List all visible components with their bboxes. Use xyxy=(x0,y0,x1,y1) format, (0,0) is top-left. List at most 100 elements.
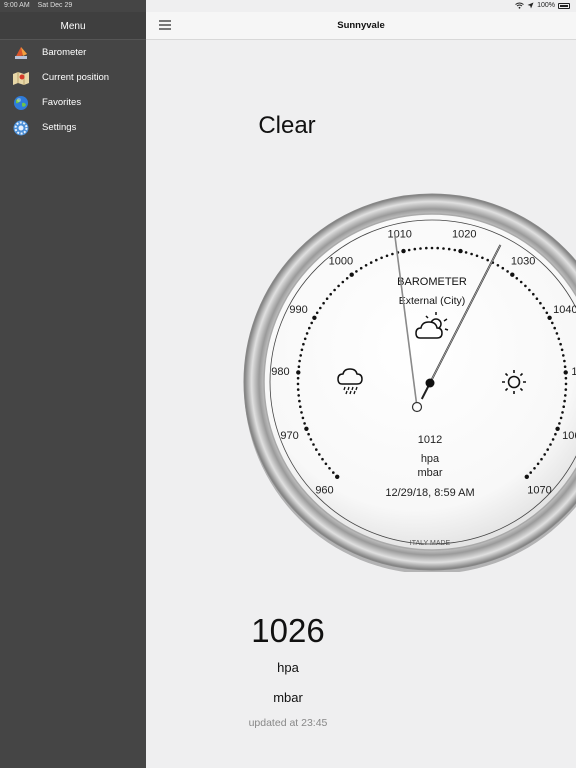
gauge-tick xyxy=(299,354,302,357)
gauge-tick xyxy=(543,453,546,456)
gauge-tick xyxy=(519,280,523,284)
gauge-tick xyxy=(510,272,515,277)
gauge-tick xyxy=(298,399,301,403)
gauge-tick xyxy=(458,248,463,254)
menu-list: Barometer Current position Favorites Set… xyxy=(0,40,146,140)
gauge-unit-primary: hpa xyxy=(421,453,440,465)
gauge-tick xyxy=(536,462,540,466)
status-right: 100% xyxy=(515,2,570,9)
gauge-tick xyxy=(558,422,561,425)
gauge-tick xyxy=(312,315,317,320)
gauge-tick xyxy=(559,342,562,346)
gauge-tick xyxy=(296,376,300,380)
gauge-tick xyxy=(315,311,319,315)
pressure-unit-secondary: mbar xyxy=(273,690,303,705)
reference-pointer-hub xyxy=(411,401,423,413)
gauge-tick xyxy=(301,416,305,420)
gauge-tick xyxy=(359,266,363,270)
gauge-tick xyxy=(345,277,349,280)
sidebar-item-label: Barometer xyxy=(42,47,87,58)
gauge-tick xyxy=(533,467,536,470)
sidebar-item-settings[interactable]: Settings xyxy=(0,115,146,140)
gauge-scale-label: 980 xyxy=(271,366,289,378)
weather-condition: Clear xyxy=(258,112,316,139)
gauge-tick xyxy=(547,315,552,320)
gauge-tick xyxy=(532,292,535,296)
gauge-scale-label: 1030 xyxy=(511,255,535,267)
gauge-tick xyxy=(564,394,567,397)
gauge-tick xyxy=(332,471,335,474)
gauge-tick xyxy=(563,399,566,403)
gauge-tick xyxy=(563,370,568,375)
gauge-tick xyxy=(425,246,428,250)
gauge-tick xyxy=(540,457,543,461)
gauge-tick xyxy=(349,272,354,277)
gauge-tick xyxy=(310,321,313,325)
gauge-tick xyxy=(355,270,358,273)
main-content: Clear 960 970 980 990 1000 1010 1020 1030 1040 10… xyxy=(146,40,576,768)
gauge-tick xyxy=(555,426,560,431)
gauge-tick xyxy=(559,416,563,420)
gauge-tick xyxy=(529,471,532,474)
sidebar-item-barometer[interactable]: Barometer xyxy=(0,40,146,65)
gauge-tick xyxy=(296,370,301,375)
gauge-tick xyxy=(305,332,309,335)
pressure-unit-primary: hpa xyxy=(277,660,299,675)
gauge-tick xyxy=(453,248,457,252)
gauge-tick xyxy=(562,405,565,408)
gauge-tick xyxy=(486,258,489,262)
gauge-scale-label: 1050 xyxy=(571,366,576,378)
sidebar-item-current-position[interactable]: Current position xyxy=(0,65,146,90)
gauge-scale-label: 970 xyxy=(280,430,298,442)
nav-title: Sunnyvale xyxy=(337,20,385,31)
gauge-tick xyxy=(369,261,373,264)
sidebar-title: Menu xyxy=(60,21,86,32)
gauge-scale-label: 1010 xyxy=(387,229,411,241)
gauge-tick xyxy=(300,348,304,352)
gauge-tick xyxy=(470,252,473,256)
gauge-tick xyxy=(564,388,568,391)
gauge-tick xyxy=(551,321,554,325)
gauge-tick xyxy=(329,292,332,296)
gauge-tick xyxy=(551,438,555,441)
gauge-tick xyxy=(564,376,568,380)
gauge-tick xyxy=(563,365,567,368)
map-icon xyxy=(12,69,30,87)
gauge-tick xyxy=(401,248,406,254)
sidebar-item-label: Favorites xyxy=(42,97,82,108)
gauge-scale-label: 990 xyxy=(289,304,307,316)
location-arrow-icon xyxy=(527,2,534,9)
gauge-tick xyxy=(436,246,439,250)
gauge-tick xyxy=(296,382,300,386)
gauge-tick xyxy=(308,326,311,330)
gauge-tick xyxy=(391,252,394,256)
sidebar-item-label: Settings xyxy=(42,122,77,133)
battery-icon xyxy=(558,2,570,9)
globe-icon xyxy=(12,94,30,112)
gauge-tick xyxy=(337,284,340,288)
sidebar: Menu Barometer Current position Favorite… xyxy=(0,0,146,768)
gauge-tick xyxy=(341,280,345,284)
gauge-tick xyxy=(557,337,561,341)
gauge-tick xyxy=(321,457,324,461)
battery-percent: 100% xyxy=(537,2,555,9)
sidebar-item-favorites[interactable]: Favorites xyxy=(0,90,146,115)
status-time: 9:00 AM xyxy=(4,2,30,9)
barometer-gauge: 960 970 980 990 1000 1010 1020 1030 1040 1050 1060… xyxy=(243,193,576,572)
gauge-tick xyxy=(442,247,445,250)
gauge-tick xyxy=(335,474,340,479)
gauge-tick xyxy=(447,247,451,251)
gauge-tick xyxy=(303,337,307,341)
gauge-tick xyxy=(304,426,309,431)
gauge-tick xyxy=(546,448,549,451)
status-date: Sat Dec 29 xyxy=(37,2,73,9)
gauge-tick xyxy=(309,438,313,441)
gauge-tick xyxy=(419,247,422,250)
status-left: 9:00 AM Sat Dec 29 xyxy=(4,2,78,9)
gauge-tick xyxy=(515,277,519,280)
nav-bar: Sunnyvale xyxy=(146,12,576,40)
updated-time: updated at 23:45 xyxy=(248,717,328,729)
gauge-maker: ITALY MADE xyxy=(410,540,451,547)
gauge-tick xyxy=(302,342,305,346)
gauge-scale-label: 1040 xyxy=(553,304,576,316)
